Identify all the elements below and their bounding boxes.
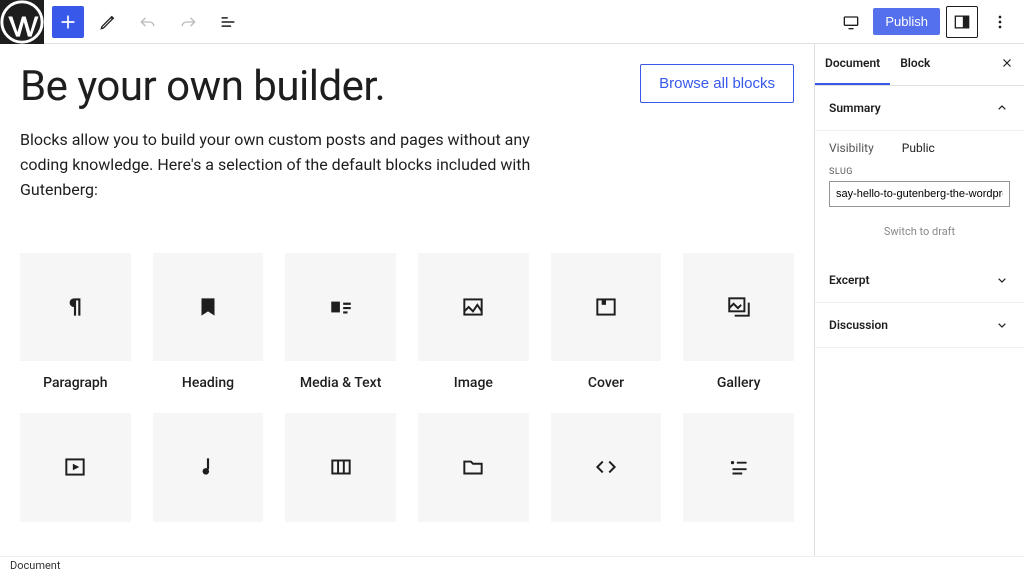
- toolbar-right: Publish: [835, 6, 1024, 38]
- breadcrumb[interactable]: Document: [0, 556, 1024, 576]
- list-icon: [726, 454, 752, 480]
- undo-button[interactable]: [132, 6, 164, 38]
- block-item-code[interactable]: [551, 413, 662, 536]
- more-menu-button[interactable]: [984, 6, 1016, 38]
- block-item-columns[interactable]: [285, 413, 396, 536]
- intro-paragraph[interactable]: Blocks allow you to build your own custo…: [20, 128, 580, 202]
- paragraph-icon: [62, 294, 88, 320]
- undo-icon: [138, 12, 158, 32]
- page-title[interactable]: Be your own builder.: [20, 64, 385, 110]
- top-toolbar: Publish: [0, 0, 1024, 44]
- close-icon: [1000, 56, 1014, 70]
- document-outline-button[interactable]: [212, 6, 244, 38]
- cover-icon: [593, 294, 619, 320]
- panel-title: Excerpt: [829, 273, 870, 287]
- block-label: Gallery: [717, 375, 761, 391]
- edit-mode-button[interactable]: [92, 6, 124, 38]
- panel-discussion-header[interactable]: Discussion: [815, 303, 1024, 348]
- block-item-audio[interactable]: [153, 413, 264, 536]
- wordpress-icon: [0, 0, 44, 44]
- media-text-icon: [328, 294, 354, 320]
- slug-label: SLUG: [829, 167, 1010, 177]
- block-item-heading[interactable]: Heading: [153, 253, 264, 392]
- settings-sidebar: Document Block Summary Visibility Public…: [814, 44, 1024, 556]
- tab-block[interactable]: Block: [890, 44, 940, 85]
- sidebar-tabs: Document Block: [815, 44, 1024, 86]
- redo-icon: [178, 12, 198, 32]
- block-label: Cover: [588, 375, 624, 391]
- code-icon: [593, 454, 619, 480]
- image-icon: [460, 294, 486, 320]
- close-sidebar-button[interactable]: [990, 44, 1024, 85]
- visibility-value[interactable]: Public: [902, 141, 935, 155]
- add-block-button[interactable]: [52, 6, 84, 38]
- breadcrumb-text: Document: [10, 559, 60, 572]
- blocks-grid: Paragraph Heading Media & Text Image Cov…: [20, 253, 794, 536]
- block-item-image[interactable]: Image: [418, 253, 529, 392]
- music-note-icon: [195, 454, 221, 480]
- gallery-icon: [726, 294, 752, 320]
- block-label: Media & Text: [300, 375, 381, 391]
- slug-input[interactable]: [829, 181, 1010, 207]
- panel-summary-body: Visibility Public SLUG Switch to draft: [815, 131, 1024, 258]
- block-item-paragraph[interactable]: Paragraph: [20, 253, 131, 392]
- block-item-video[interactable]: [20, 413, 131, 536]
- pencil-icon: [98, 12, 118, 32]
- block-item-file[interactable]: [418, 413, 529, 536]
- outline-icon: [218, 12, 238, 32]
- block-item-cover[interactable]: Cover: [551, 253, 662, 392]
- chevron-down-icon: [994, 272, 1010, 288]
- plus-icon: [58, 12, 78, 32]
- block-item-gallery[interactable]: Gallery: [683, 253, 794, 392]
- kebab-icon: [990, 12, 1010, 32]
- block-label: Paragraph: [43, 375, 108, 391]
- block-item-list[interactable]: [683, 413, 794, 536]
- block-item-media-text[interactable]: Media & Text: [285, 253, 396, 392]
- columns-icon: [328, 454, 354, 480]
- view-button[interactable]: [835, 6, 867, 38]
- sidebar-icon: [952, 12, 972, 32]
- redo-button[interactable]: [172, 6, 204, 38]
- toolbar-left: [44, 6, 244, 38]
- editor-canvas: Be your own builder. Browse all blocks B…: [0, 44, 814, 556]
- chevron-up-icon: [994, 100, 1010, 116]
- chevron-down-icon: [994, 317, 1010, 333]
- bookmark-icon: [195, 294, 221, 320]
- block-label: Heading: [182, 375, 234, 391]
- visibility-label: Visibility: [829, 141, 874, 155]
- browse-blocks-button[interactable]: Browse all blocks: [640, 64, 794, 103]
- panel-summary-header[interactable]: Summary: [815, 86, 1024, 131]
- folder-icon: [460, 454, 486, 480]
- tab-document[interactable]: Document: [815, 44, 890, 85]
- play-icon: [62, 454, 88, 480]
- publish-button[interactable]: Publish: [873, 8, 940, 35]
- sidebar-toggle-button[interactable]: [946, 6, 978, 38]
- wordpress-logo[interactable]: [0, 0, 44, 44]
- desktop-icon: [841, 12, 861, 32]
- block-label: Image: [454, 375, 493, 391]
- panel-title: Discussion: [829, 318, 888, 332]
- panel-title: Summary: [829, 101, 881, 115]
- panel-excerpt-header[interactable]: Excerpt: [815, 258, 1024, 303]
- switch-to-draft-button[interactable]: Switch to draft: [829, 207, 1010, 244]
